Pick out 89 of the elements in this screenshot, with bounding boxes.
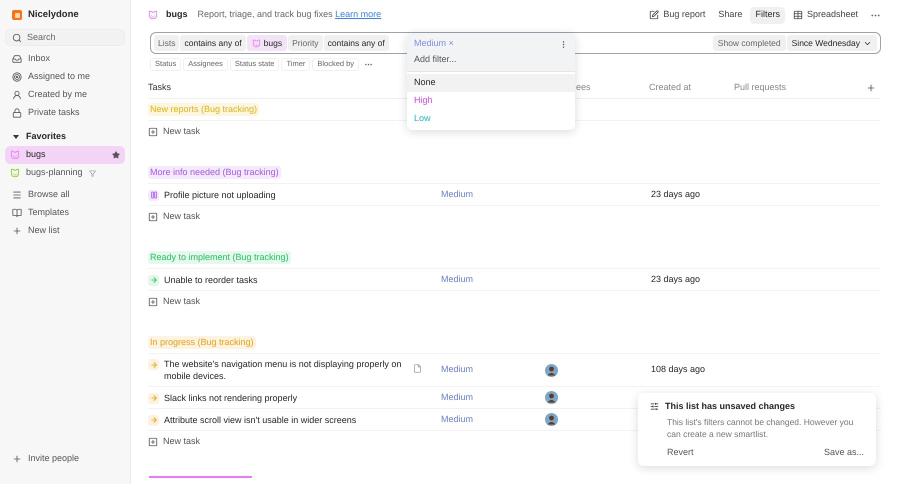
new-task-button[interactable]: New task — [148, 431, 200, 453]
add-filter-input[interactable]: Add filter... — [414, 51, 568, 67]
toast-button[interactable]: Save as... — [824, 446, 864, 459]
user-icon — [12, 90, 22, 100]
invite-link[interactable]: Invite people — [5, 451, 125, 467]
toast-title: This list has unsaved changes — [665, 400, 796, 413]
group-label: Ready to implement (Bug tracking) — [148, 250, 291, 264]
avatar-icon — [545, 413, 558, 426]
sidebar-item[interactable]: Inbox — [5, 50, 125, 68]
cat-icon — [148, 10, 158, 20]
task-title[interactable]: Unable to reorder tasks — [164, 274, 404, 286]
arrow-icon — [148, 274, 159, 286]
filter-field[interactable]: Priority — [288, 35, 323, 51]
filter-field[interactable]: Lists — [154, 35, 180, 51]
toolbar-button[interactable]: Filters — [750, 6, 785, 24]
column-header: ees — [576, 80, 591, 94]
sidebar-link[interactable]: Browse all — [5, 186, 125, 204]
list-title: bugs — [166, 8, 188, 22]
sidebar-item[interactable]: Created by me — [5, 86, 125, 104]
created-at-cell-text: 23 days ago — [650, 188, 702, 201]
arrow-icon — [148, 392, 159, 404]
list-description: Report, triage, and track bug fixes Learn more — [198, 8, 382, 22]
plus-icon — [148, 437, 158, 447]
column-header: Tasks — [148, 80, 172, 94]
search-icon — [12, 32, 22, 42]
cat-icon — [252, 38, 261, 48]
toast-button[interactable]: Revert — [667, 446, 694, 459]
filter-value[interactable]: bugs — [246, 35, 288, 51]
target-icon — [12, 72, 22, 82]
toolbar-button[interactable]: Share — [713, 6, 748, 24]
task-title[interactable]: Slack links not rendering properly — [164, 392, 404, 404]
toolbar-button[interactable]: Spreadsheet — [788, 6, 863, 24]
filter-operator[interactable]: contains any of — [180, 35, 246, 51]
star-icon[interactable] — [112, 151, 120, 159]
search-field[interactable]: Search — [5, 29, 125, 46]
sidebar-link[interactable]: Templates — [5, 204, 125, 222]
search-input[interactable]: Search — [27, 30, 117, 44]
priority-cell[interactable]: Medium — [441, 363, 545, 377]
task-title[interactable]: Profile picture not uploading — [164, 188, 404, 200]
learn-more-link[interactable]: Learn more — [335, 9, 382, 20]
column-header: Created at — [649, 80, 692, 94]
plus-icon — [148, 127, 158, 137]
favorites-header[interactable]: Favorites — [5, 128, 125, 146]
arrow-icon — [148, 414, 159, 426]
sliders-icon — [650, 402, 659, 412]
group-label: New reports (Bug tracking) — [148, 102, 260, 116]
app-name: Nicelydone — [28, 8, 79, 22]
column-header: Pull requests — [734, 80, 786, 94]
priority-cell[interactable]: Medium — [441, 188, 545, 202]
pause-icon — [148, 190, 159, 200]
new-task-button[interactable]: New task — [148, 206, 200, 228]
priority-cell[interactable]: Medium — [441, 390, 545, 404]
edit-icon — [649, 10, 660, 20]
add-column-icon[interactable] — [866, 82, 876, 92]
new-task-button[interactable]: New task — [148, 291, 200, 313]
priority-cell[interactable]: Medium — [441, 272, 545, 286]
toast-message: This list's filters cannot be changed. However you can create a new smartlist. — [667, 416, 854, 440]
created-at-cell-text: 108 days ago — [650, 363, 706, 376]
arrow-icon — [148, 359, 159, 370]
inbox-icon — [12, 54, 22, 64]
toolbar-button[interactable]: Bug report — [644, 6, 710, 24]
plus-icon — [12, 454, 22, 464]
sidebar-link[interactable]: New list — [5, 222, 125, 240]
favorite-item[interactable]: bugs-planning — [5, 164, 125, 182]
favorite-item[interactable]: bugs — [5, 146, 125, 164]
date-range-select[interactable]: Since Wednesday — [786, 35, 877, 51]
plus-icon — [148, 297, 158, 307]
book-icon — [12, 208, 22, 218]
task-title[interactable]: The website's navigation menu is not displaying properly on mobile devices. — [164, 358, 404, 382]
filter-operator[interactable]: contains any of — [324, 35, 389, 51]
task-title[interactable]: Attribute scroll view isn't usable in wider screens — [164, 414, 404, 426]
group-label: More info needed (Bug tracking) — [148, 166, 281, 180]
table-icon — [792, 10, 803, 20]
add-filter-field[interactable]: Add filter... — [407, 51, 575, 71]
plus-icon — [148, 212, 158, 222]
sidebar-item[interactable]: Private tasks — [5, 104, 125, 122]
avatar-icon — [545, 364, 558, 376]
priority-cell[interactable]: Medium — [441, 412, 545, 426]
dropdown-option[interactable]: None — [407, 74, 575, 92]
logo-icon — [12, 10, 22, 20]
created-at-cell-text: 23 days ago — [650, 272, 702, 286]
sidebar-item[interactable]: Assigned to me — [5, 68, 125, 86]
avatar-icon — [545, 391, 558, 404]
new-task-button[interactable]: New task — [148, 121, 200, 143]
lock-icon — [12, 108, 22, 118]
plus-icon — [12, 226, 22, 236]
menu-icon — [12, 190, 22, 200]
show-completed-toggle[interactable]: Show completed — [712, 35, 786, 51]
group-label: In progress (Bug tracking) — [148, 336, 256, 350]
